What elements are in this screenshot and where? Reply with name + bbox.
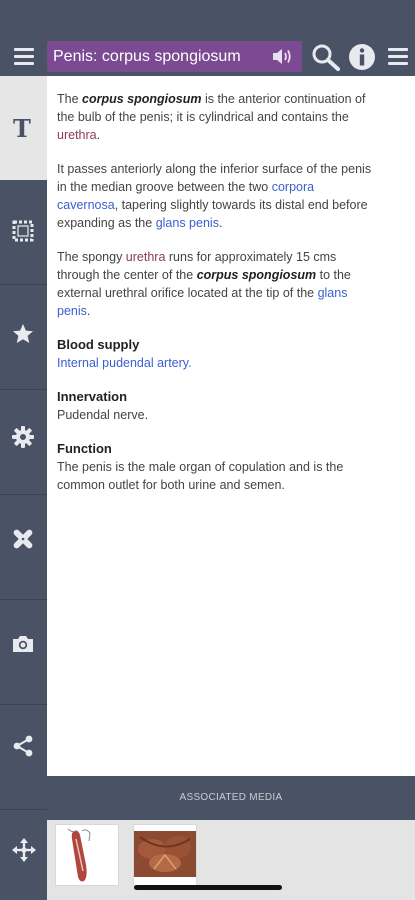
bandage-icon [13, 529, 33, 549]
paragraph-urethra: The spongy urethra runs for approximatel… [57, 248, 377, 320]
section-heading: Function [57, 441, 112, 456]
sidebar: T [0, 76, 47, 900]
link-urethra[interactable]: urethra [126, 250, 166, 264]
text-span: The spongy [57, 250, 126, 264]
media-thumbnail-dissection[interactable] [133, 824, 197, 886]
title-bar: Penis: corpus spongiosum [47, 41, 302, 72]
section-heading: Innervation [57, 389, 128, 404]
sidebar-item-favorites[interactable] [0, 285, 47, 389]
text-span: . [96, 128, 101, 142]
text-span: . [188, 356, 192, 370]
section-innervation: Innervation Pudendal nerve. [57, 388, 377, 424]
keyword: corpus spongiosum [196, 268, 317, 282]
move-arrows-icon [12, 838, 36, 862]
camera-icon [13, 636, 33, 652]
page-title: Penis: corpus spongiosum [53, 48, 241, 65]
sidebar-item-camera[interactable] [0, 600, 47, 704]
paragraph-course: It passes anteriorly along the inferior … [57, 160, 377, 232]
text-span: . [218, 216, 223, 230]
link-glans-penis[interactable]: glans penis [156, 216, 219, 230]
sidebar-item-tools[interactable] [0, 495, 47, 599]
left-menu-button[interactable] [8, 42, 40, 72]
share-icon [13, 735, 33, 757]
info-icon[interactable] [347, 42, 377, 72]
section-text: Pudendal nerve. [57, 408, 149, 422]
section-blood-supply: Blood supply Internal pudendal artery. [57, 336, 377, 372]
link-urethra[interactable]: urethra [57, 128, 97, 142]
text-span: . [86, 304, 91, 318]
text-span: The [57, 92, 83, 106]
description-text: The corpus spongiosum is the anterior co… [57, 90, 377, 510]
keyword: corpus spongiosum [82, 92, 202, 106]
sidebar-item-share[interactable] [0, 705, 47, 809]
search-icon[interactable] [310, 42, 342, 72]
section-text: The penis is the male organ of copulatio… [57, 460, 344, 492]
link-internal-pudendal-artery[interactable]: Internal pudendal artery [57, 356, 188, 370]
text-icon: T [13, 114, 31, 143]
stamp-frame-icon [12, 220, 34, 242]
associated-media-header: ASSOCIATED MEDIA [47, 776, 415, 820]
section-function: Function The penis is the male organ of … [57, 440, 377, 494]
right-menu-button[interactable] [382, 42, 414, 72]
home-indicator[interactable] [134, 885, 282, 890]
sidebar-item-move[interactable] [0, 810, 47, 900]
section-heading: Blood supply [57, 337, 140, 352]
media-thumbnail-illustration[interactable] [55, 824, 119, 886]
sidebar-item-text[interactable]: T [0, 76, 47, 180]
sidebar-item-images[interactable] [0, 180, 47, 284]
associated-media-label: ASSOCIATED MEDIA [179, 792, 283, 803]
star-icon [13, 324, 33, 343]
text-span: It passes anteriorly along the inferior … [57, 162, 372, 194]
gear-icon [12, 426, 34, 448]
paragraph-intro: The corpus spongiosum is the anterior co… [57, 90, 377, 144]
dissection-photo-icon [134, 831, 196, 877]
speaker-icon[interactable] [272, 47, 294, 66]
anatomy-illustration-icon [67, 828, 91, 882]
top-bar: Penis: corpus spongiosum [0, 0, 415, 76]
description-panel: The corpus spongiosum is the anterior co… [47, 76, 415, 776]
sidebar-item-settings[interactable] [0, 390, 47, 494]
